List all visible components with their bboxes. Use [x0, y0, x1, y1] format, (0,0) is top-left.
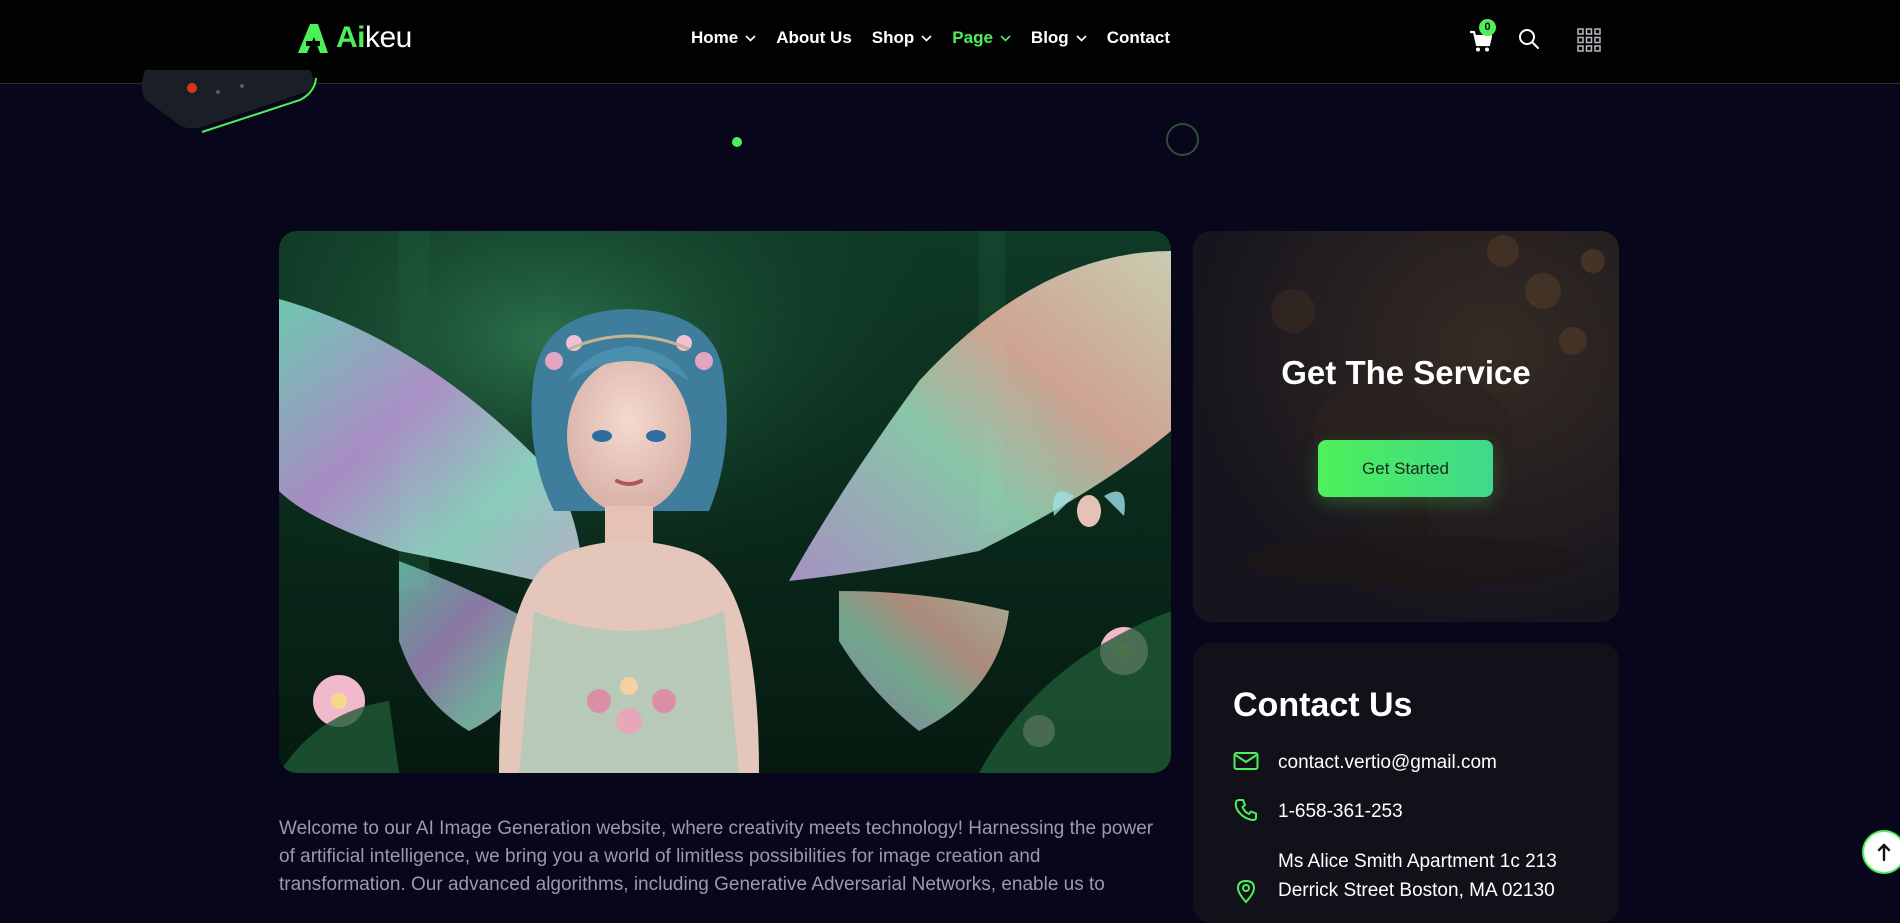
- nav-item-shop[interactable]: Shop: [872, 28, 933, 48]
- contact-phone: 1-658-361-253: [1278, 801, 1403, 822]
- decorative-robot-shape: [141, 70, 317, 133]
- hero-image-fairy: [279, 231, 1171, 773]
- search-icon: [1519, 29, 1539, 49]
- mail-icon: [1233, 752, 1259, 770]
- intro-paragraph: Welcome to our AI Image Generation websi…: [279, 818, 1154, 895]
- phone-icon: [1234, 799, 1257, 821]
- logo-text: Aikeu: [336, 21, 412, 55]
- nav-item-label: About Us: [776, 28, 852, 47]
- nav-item-blog[interactable]: Blog: [1031, 28, 1087, 48]
- chevron-down-icon: [921, 34, 932, 42]
- nav-item-contact[interactable]: Contact: [1107, 28, 1170, 48]
- nav-item-about-us[interactable]: About Us: [776, 28, 852, 48]
- logo[interactable]: Aikeu: [296, 21, 412, 55]
- nav-item-label: Contact: [1106, 28, 1170, 47]
- location-pin-icon: [1236, 879, 1256, 904]
- nav-item-page[interactable]: Page: [952, 28, 1011, 48]
- contact-title: Contact Us: [1233, 686, 1413, 724]
- nav-item-label: Shop: [871, 28, 915, 47]
- service-title: Get The Service: [1281, 354, 1531, 391]
- contact-email-row[interactable]: contact.vertio@gmail.com: [1233, 748, 1497, 777]
- service-card-background: [1193, 231, 1619, 622]
- logo-mark-icon: [298, 24, 328, 53]
- logo-text-accent: Ai: [336, 21, 366, 54]
- contact-address: Ms Alice Smith Apartment 1c 213 Derrick S…: [1278, 847, 1557, 905]
- contact-email: contact.vertio@gmail.com: [1278, 752, 1497, 773]
- arrow-up-icon: [1877, 843, 1891, 862]
- contact-address-line2: Derrick Street Boston, MA 02130: [1278, 880, 1555, 901]
- nav-item-label: Page: [952, 28, 993, 47]
- scroll-to-top-button[interactable]: [1862, 830, 1900, 874]
- logo-text-rest: keu: [365, 21, 412, 54]
- grid-menu-button[interactable]: [1577, 28, 1601, 52]
- grid-menu-icon: [1577, 28, 1601, 52]
- nav-item-label: Blog: [1030, 28, 1069, 47]
- search-button[interactable]: [1517, 27, 1541, 51]
- contact-address-row: Ms Alice Smith Apartment 1c 213 Derrick S…: [1233, 847, 1557, 905]
- chevron-down-icon: [1000, 34, 1011, 42]
- get-started-button[interactable]: Get Started: [1318, 440, 1493, 497]
- contact-phone-row[interactable]: 1-658-361-253: [1233, 797, 1403, 826]
- contact-address-line1: Ms Alice Smith Apartment 1c 213: [1278, 851, 1557, 872]
- main-nav: Home About Us Shop Page Blog Contact: [691, 26, 1190, 50]
- decorative-ring: [1166, 123, 1199, 156]
- decorative-dot: [732, 137, 742, 147]
- service-card: [1193, 231, 1619, 622]
- chevron-down-icon: [745, 34, 756, 42]
- nav-item-home[interactable]: Home: [691, 28, 756, 48]
- chevron-down-icon: [1076, 34, 1087, 42]
- nav-item-label: Home: [691, 28, 739, 47]
- cart-count-badge: 0: [1479, 19, 1496, 36]
